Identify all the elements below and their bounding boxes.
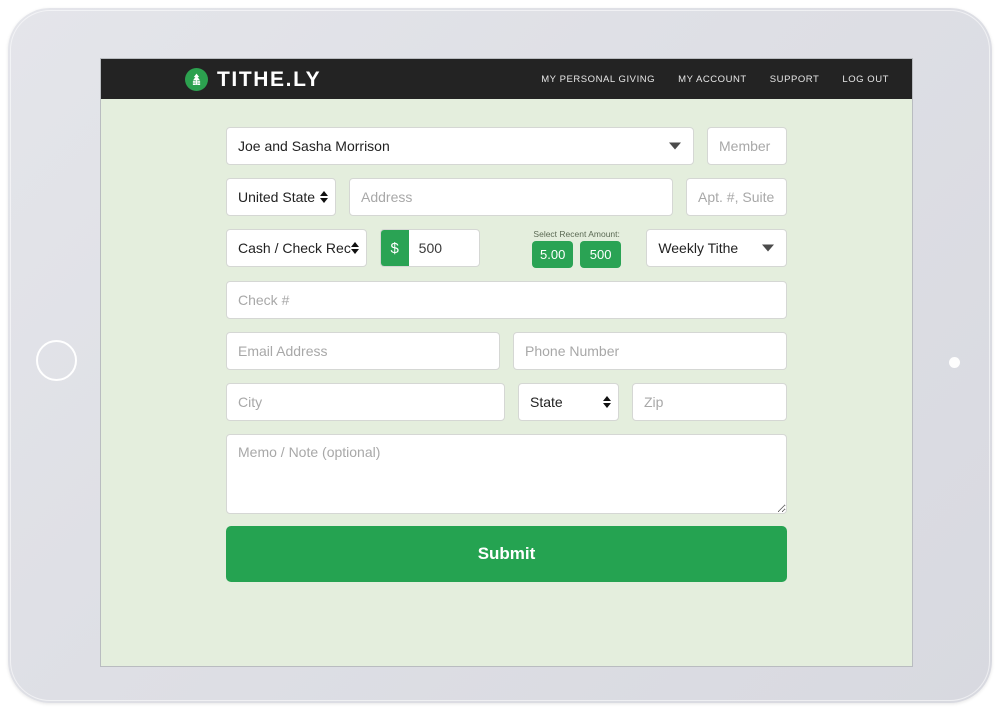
zip-input[interactable] xyxy=(632,383,787,421)
check-number-input[interactable] xyxy=(226,281,787,319)
form-row-check xyxy=(226,281,787,319)
member-id-input[interactable] xyxy=(707,127,787,165)
country-select-value: United State xyxy=(238,189,316,205)
recent-amount-button-1[interactable]: 5.00 xyxy=(532,241,574,268)
nav-link-support[interactable]: SUPPORT xyxy=(770,74,820,85)
brand-name: TITHE.LY xyxy=(217,67,322,91)
chevron-down-icon xyxy=(669,142,681,150)
tablet-device-frame: TITHE.LY MY PERSONAL GIVING MY ACCOUNT S… xyxy=(8,8,992,703)
form-row-donor: Joe and Sasha Morrison xyxy=(226,127,787,165)
nav-link-my-account[interactable]: MY ACCOUNT xyxy=(678,74,747,85)
recent-amounts-group: Select Recent Amount: 5.00 500 xyxy=(526,229,627,268)
donor-select[interactable]: Joe and Sasha Morrison xyxy=(226,127,694,165)
recent-amounts-label: Select Recent Amount: xyxy=(533,229,620,239)
frequency-select-value: Weekly Tithe xyxy=(658,240,739,256)
submit-button[interactable]: Submit xyxy=(226,526,787,582)
currency-symbol: $ xyxy=(380,230,409,266)
payment-method-select[interactable]: Cash / Check Rec xyxy=(226,229,367,267)
frequency-select[interactable]: Weekly Tithe xyxy=(646,229,787,267)
up-down-arrows-icon xyxy=(350,242,359,254)
tree-icon xyxy=(185,67,208,91)
home-button[interactable] xyxy=(36,340,77,381)
phone-input[interactable] xyxy=(513,332,787,370)
nav-link-my-personal-giving[interactable]: MY PERSONAL GIVING xyxy=(541,74,655,85)
amount-input[interactable] xyxy=(408,230,480,266)
up-down-arrows-icon xyxy=(320,191,328,203)
memo-textarea[interactable] xyxy=(226,434,787,514)
front-camera-dot xyxy=(949,357,960,368)
city-input[interactable] xyxy=(226,383,505,421)
chevron-down-icon xyxy=(761,244,774,252)
form-row-address: United State xyxy=(226,178,787,216)
top-navigation-bar: TITHE.LY MY PERSONAL GIVING MY ACCOUNT S… xyxy=(101,59,912,99)
state-select-value: State xyxy=(530,394,563,410)
payment-method-value: Cash / Check Rec xyxy=(238,240,351,256)
brand-logo[interactable]: TITHE.LY xyxy=(185,67,322,91)
state-select[interactable]: State xyxy=(518,383,619,421)
country-select[interactable]: United State xyxy=(226,178,336,216)
tablet-screen: TITHE.LY MY PERSONAL GIVING MY ACCOUNT S… xyxy=(100,58,913,667)
recent-amount-button-2[interactable]: 500 xyxy=(580,241,622,268)
form-row-contact xyxy=(226,332,787,370)
nav-link-log-out[interactable]: LOG OUT xyxy=(842,74,889,85)
form-row-amount: Cash / Check Rec $ Select Recent Amount:… xyxy=(226,229,787,268)
donor-select-value: Joe and Sasha Morrison xyxy=(238,138,390,154)
giving-form: Joe and Sasha Morrison United State Cash… xyxy=(101,99,912,582)
email-input[interactable] xyxy=(226,332,500,370)
form-row-city-state-zip: State xyxy=(226,383,787,421)
up-down-arrows-icon xyxy=(603,396,611,408)
recent-amount-buttons: 5.00 500 xyxy=(532,241,622,268)
address-input[interactable] xyxy=(349,178,673,216)
nav-links: MY PERSONAL GIVING MY ACCOUNT SUPPORT LO… xyxy=(541,74,889,85)
amount-field-group: $ xyxy=(379,229,481,267)
apt-suite-input[interactable] xyxy=(686,178,787,216)
